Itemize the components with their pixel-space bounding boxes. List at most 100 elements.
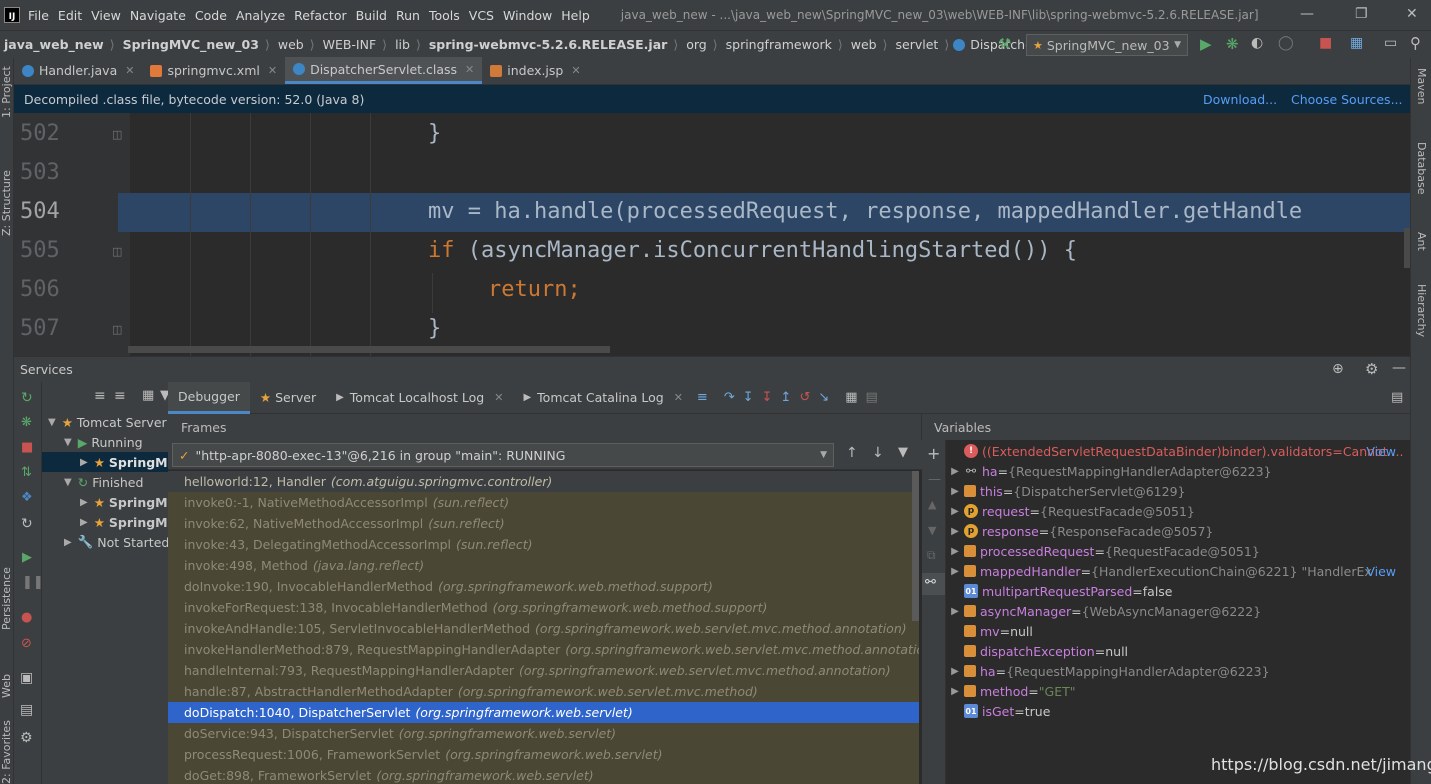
collapsed-icon[interactable]: ▶ bbox=[946, 546, 964, 557]
variable-row[interactable]: ▶ asyncManager = {WebAsyncManager@6222} bbox=[946, 601, 1410, 621]
gear-icon[interactable]: ⚙ bbox=[1365, 360, 1378, 378]
step-into-icon[interactable]: ↧ bbox=[743, 390, 754, 405]
collapse-all-icon[interactable]: ≡ bbox=[114, 388, 126, 404]
thread-select[interactable]: ✓ "http-apr-8080-exec-13"@6,216 in group… bbox=[172, 443, 834, 467]
update-icon[interactable]: ❖ bbox=[21, 490, 33, 505]
close-tab-icon[interactable]: ✕ bbox=[571, 64, 580, 77]
run-config-select[interactable]: ★ SpringMVC_new_03 ▼ bbox=[1026, 34, 1188, 56]
frames-scrollbar[interactable] bbox=[912, 471, 919, 621]
tab-handler-java[interactable]: Handler.java ✕ bbox=[14, 57, 142, 84]
expand-all-icon[interactable]: ≡ bbox=[94, 388, 106, 404]
step-over-icon[interactable]: ↷ bbox=[724, 390, 735, 405]
tab-springmvc-xml[interactable]: springmvc.xml ✕ bbox=[142, 57, 285, 84]
variable-row[interactable]: ▶ mappedHandler = {HandlerExecutionChain@… bbox=[946, 561, 1410, 581]
terminal-icon[interactable]: ▭ bbox=[1384, 35, 1397, 51]
evaluate-icon[interactable]: ▦ bbox=[845, 390, 857, 405]
project-tool-button[interactable]: 1: Project bbox=[0, 66, 13, 118]
frame-row[interactable]: handleInternal:793, RequestMappingHandle… bbox=[168, 660, 919, 681]
resume-icon[interactable]: ▶ bbox=[22, 550, 32, 565]
variable-row[interactable]: 01 isGet = true bbox=[946, 701, 1410, 721]
tree-node-not-started[interactable]: ▶ 🔧 Not Started bbox=[64, 532, 168, 552]
variable-row[interactable]: ▶ p response = {ResponseFacade@5057} bbox=[946, 521, 1410, 541]
rerun-icon[interactable]: ↻ bbox=[21, 390, 33, 406]
web-tool-button[interactable]: Web bbox=[0, 674, 13, 698]
variable-row[interactable]: ▶ method = "GET" bbox=[946, 681, 1410, 701]
coverage-icon[interactable]: ◐ bbox=[1251, 35, 1263, 51]
collapsed-icon[interactable]: ▶ bbox=[946, 526, 964, 537]
pause-icon[interactable]: ❚❚ bbox=[22, 575, 44, 590]
frame-row[interactable]: doInvoke:190, InvocableHandlerMethod (org… bbox=[168, 576, 919, 597]
deploy-icon[interactable]: ⇅ bbox=[21, 465, 32, 480]
breadcrumb-org[interactable]: org bbox=[686, 37, 707, 52]
menu-analyze[interactable]: Analyze bbox=[236, 8, 285, 23]
collapsed-icon[interactable]: ▶ bbox=[946, 666, 964, 677]
move-down-icon[interactable]: ▼ bbox=[928, 524, 936, 537]
hide-icon[interactable]: — bbox=[1392, 360, 1406, 376]
variable-row[interactable]: ▶ processedRequest = {RequestFacade@5051} bbox=[946, 541, 1410, 561]
frame-row-selected[interactable]: doDispatch:1040, DispatcherServlet (org.s… bbox=[168, 702, 919, 723]
run-to-cursor-icon[interactable]: ↘ bbox=[818, 390, 829, 405]
copy-icon[interactable]: ⧉ bbox=[927, 548, 936, 563]
collapsed-icon[interactable]: ▶ bbox=[946, 686, 964, 697]
persistence-tool-button[interactable]: Persistence bbox=[0, 567, 13, 630]
menu-file[interactable]: File bbox=[28, 8, 49, 23]
frame-row[interactable]: invoke0:-1, NativeMethodAccessorImpl (sun… bbox=[168, 492, 919, 513]
menu-tools[interactable]: Tools bbox=[429, 8, 460, 23]
variable-row[interactable]: dispatchException = null bbox=[946, 641, 1410, 661]
arrow-up-icon[interactable]: ↑ bbox=[846, 445, 858, 461]
vertical-scrollbar[interactable] bbox=[1404, 228, 1410, 268]
breadcrumb-module[interactable]: SpringMVC_new_03 bbox=[123, 37, 259, 52]
variable-row[interactable]: ▶ this = {DispatcherServlet@6129} bbox=[946, 481, 1410, 501]
layout-icon[interactable]: ▤ bbox=[20, 702, 33, 718]
drop-frame-icon[interactable]: ↺ bbox=[799, 390, 810, 405]
frame-row[interactable]: invoke:62, NativeMethodAccessorImpl (sun.… bbox=[168, 513, 919, 534]
collapsed-icon[interactable]: ▶ bbox=[946, 606, 964, 617]
collapsed-icon[interactable]: ▶ bbox=[946, 466, 964, 477]
build-hammer-icon[interactable]: ⚒ bbox=[998, 35, 1011, 53]
mute-breakpoints-icon[interactable]: ⊘ bbox=[21, 636, 32, 651]
breadcrumb-web[interactable]: web bbox=[278, 37, 304, 52]
menu-edit[interactable]: Edit bbox=[58, 8, 82, 23]
close-tab-icon[interactable]: ✕ bbox=[268, 64, 277, 77]
project-structure-icon[interactable]: ▦ bbox=[1350, 35, 1363, 51]
hierarchy-tool-button[interactable]: Hierarchy bbox=[1415, 284, 1428, 337]
watches-toggle[interactable]: ⚯ bbox=[922, 573, 945, 595]
menu-run[interactable]: Run bbox=[396, 8, 420, 23]
download-sources-link[interactable]: Download... bbox=[1203, 92, 1277, 107]
menu-build[interactable]: Build bbox=[356, 8, 387, 23]
frame-row[interactable]: doService:943, DispatcherServlet (org.spr… bbox=[168, 723, 919, 744]
menu-vcs[interactable]: VCS bbox=[469, 8, 494, 23]
tree-node-springmvc-running[interactable]: ▶ ★ SpringM bbox=[42, 452, 168, 472]
frame-row[interactable]: invokeForRequest:138, InvocableHandlerMe… bbox=[168, 597, 919, 618]
close-tab-icon[interactable]: ✕ bbox=[465, 63, 474, 76]
frame-row[interactable]: handle:87, AbstractHandlerMethodAdapter (… bbox=[168, 681, 919, 702]
debug-icon[interactable]: ❋ bbox=[1226, 35, 1239, 53]
frame-row[interactable]: invoke:43, DelegatingMethodAccessorImpl (… bbox=[168, 534, 919, 555]
breadcrumb-springframework[interactable]: springframework bbox=[726, 37, 832, 52]
search-icon[interactable]: ⚲ bbox=[1410, 34, 1421, 52]
close-tab-icon[interactable]: ✕ bbox=[674, 391, 683, 404]
breadcrumb-web-pkg[interactable]: web bbox=[851, 37, 877, 52]
target-icon[interactable]: ⊕ bbox=[1332, 361, 1344, 377]
variables-tree[interactable]: ! ((ExtendedServletRequestDataBinder)bind… bbox=[946, 440, 1410, 784]
add-watch-icon[interactable]: + bbox=[927, 444, 940, 463]
frame-row[interactable]: doGet:898, FrameworkServlet (org.springfr… bbox=[168, 765, 919, 784]
breadcrumb-lib[interactable]: lib bbox=[395, 37, 410, 52]
frame-row[interactable]: helloworld:12, Handler (com.atguigu.sprin… bbox=[168, 471, 919, 492]
close-tab-icon[interactable]: ✕ bbox=[125, 64, 134, 77]
variable-row[interactable]: 01 multipartRequestParsed = false bbox=[946, 581, 1410, 601]
code-editor[interactable]: ◫ ◫ ◫ 502 503 504 505 506 507 } mv = ha.… bbox=[14, 113, 1410, 356]
settings-icon[interactable]: ⚙ bbox=[20, 730, 33, 746]
menu-navigate[interactable]: Navigate bbox=[130, 8, 186, 23]
show-execution-point-icon[interactable]: ≡ bbox=[697, 390, 708, 405]
menu-view[interactable]: View bbox=[91, 8, 121, 23]
breakpoints-icon[interactable]: ● bbox=[21, 610, 32, 625]
minimize-icon[interactable]: — bbox=[1300, 6, 1314, 22]
tree-node-springmvc-finished[interactable]: ▶ ★ SpringM bbox=[80, 492, 168, 512]
tab-dispatcherservlet-class[interactable]: DispatcherServlet.class ✕ bbox=[285, 57, 483, 84]
menu-window[interactable]: Window bbox=[503, 8, 552, 23]
tab-tomcat-localhost-log[interactable]: ▶ Tomcat Localhost Log ✕ bbox=[326, 382, 513, 414]
variable-row[interactable]: ▶ p request = {RequestFacade@5051} bbox=[946, 501, 1410, 521]
move-up-icon[interactable]: ▲ bbox=[928, 498, 936, 511]
collapsed-icon[interactable]: ▶ bbox=[946, 506, 964, 517]
